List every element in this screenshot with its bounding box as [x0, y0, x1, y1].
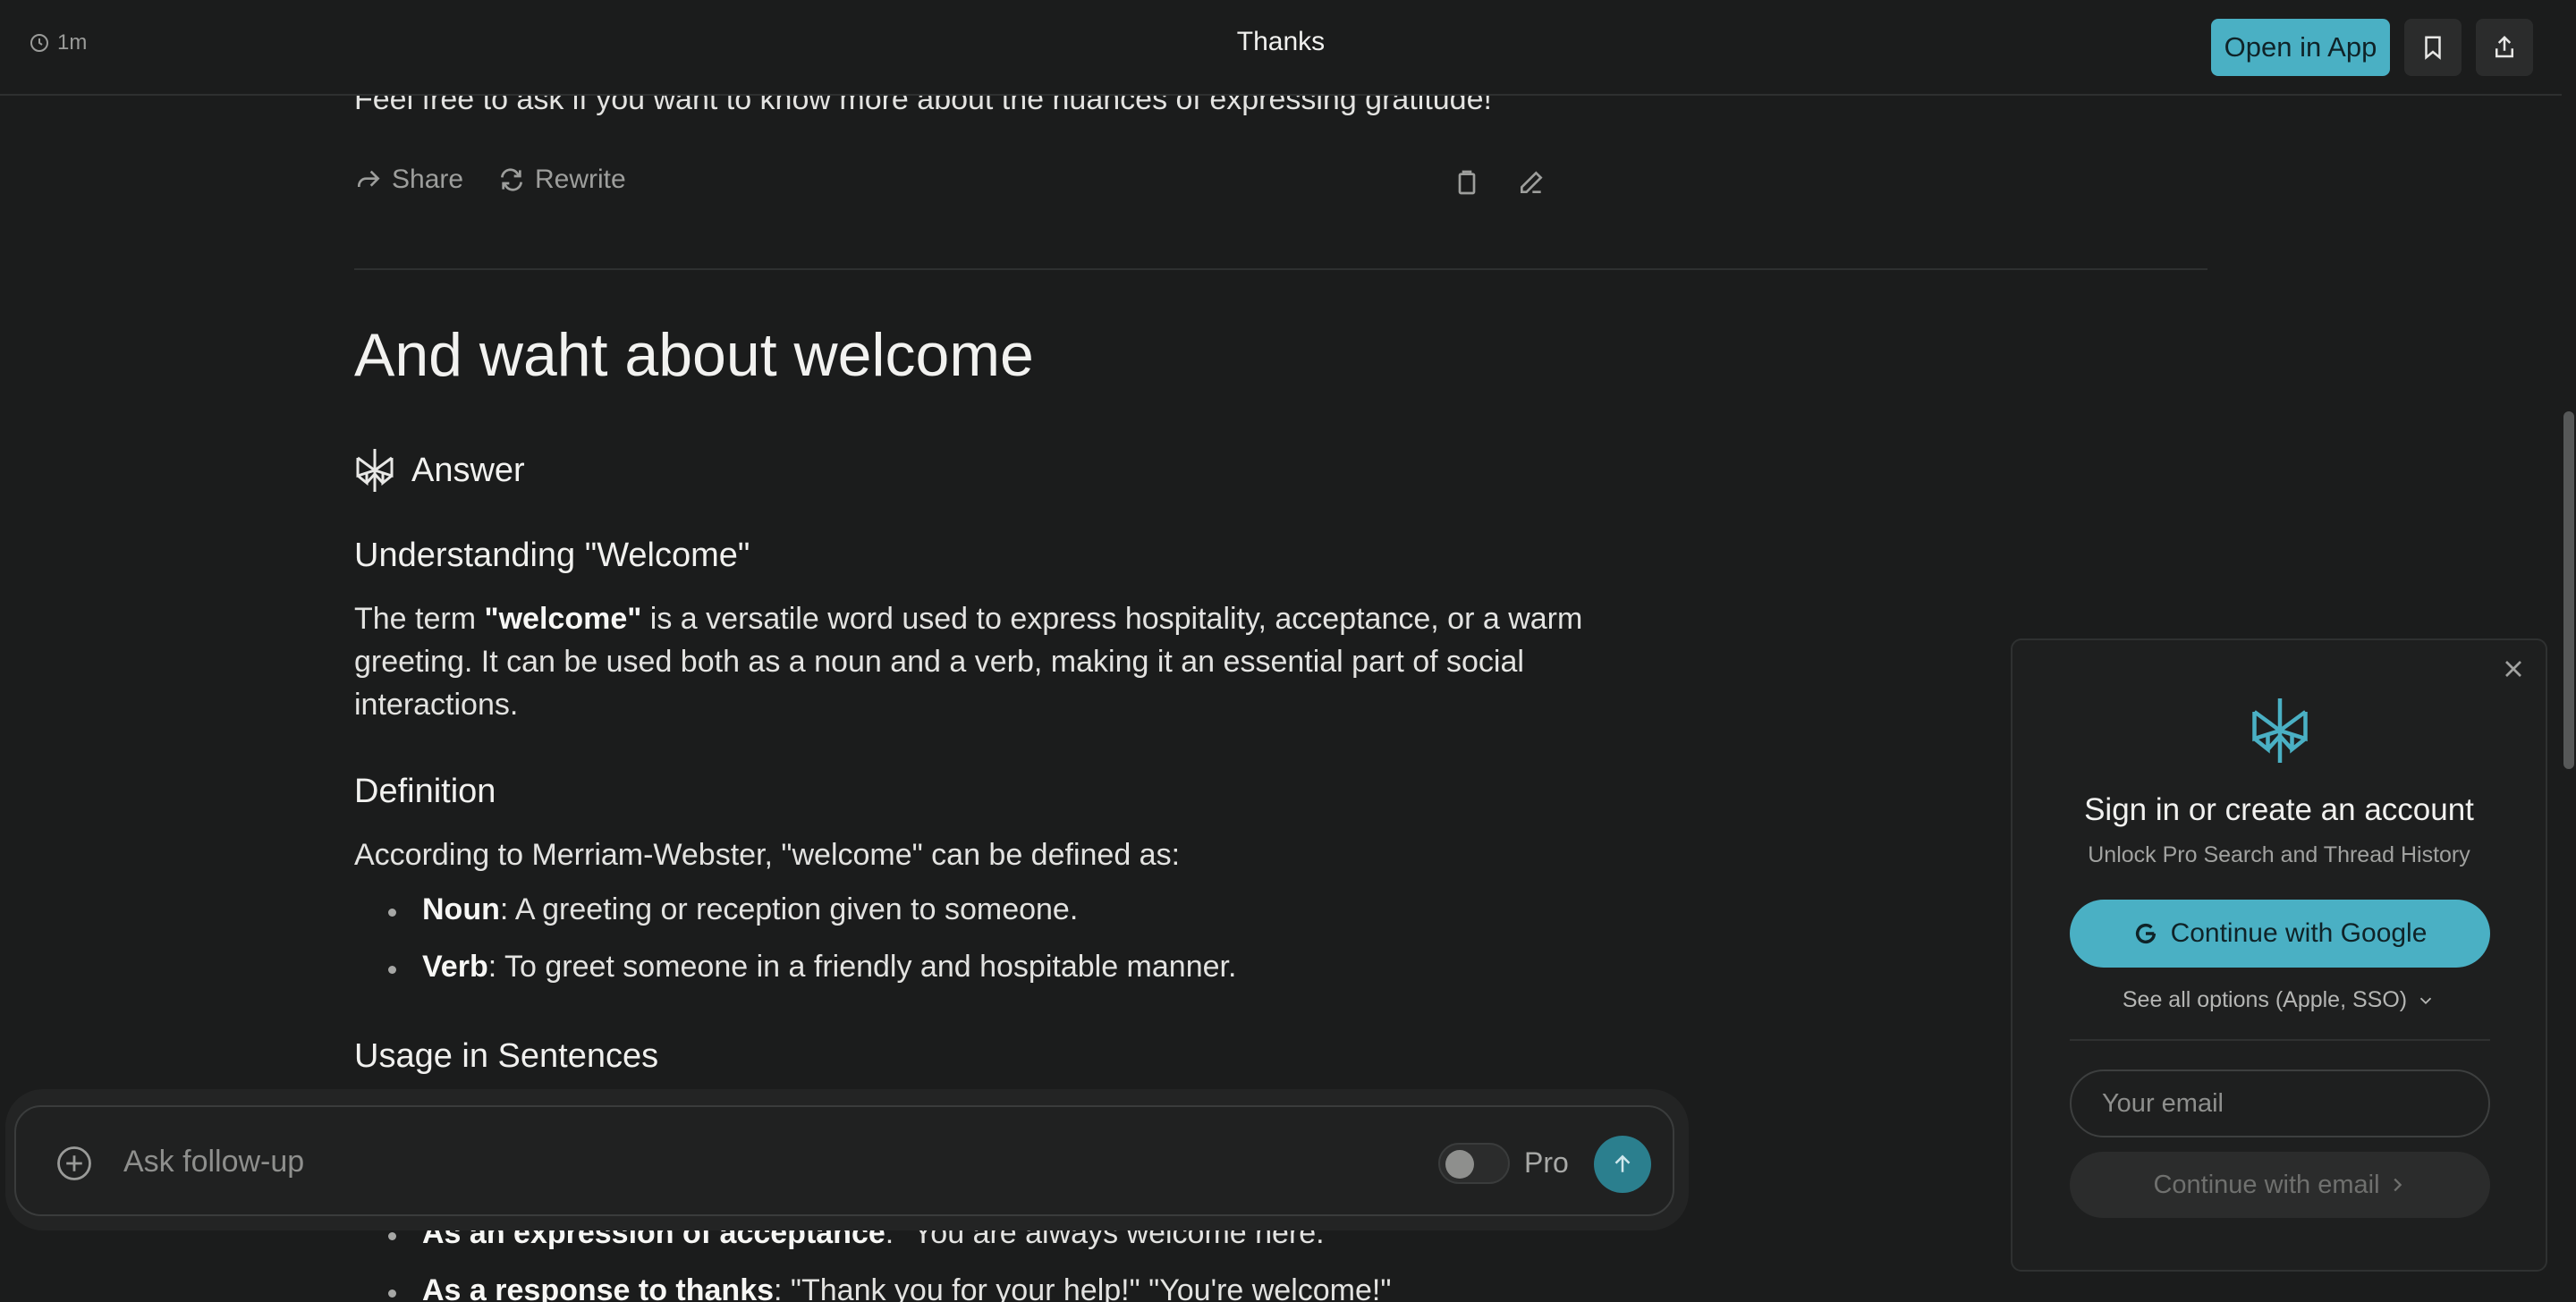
- list-item-thanks-response: As a response to thanks: "Thank you for …: [387, 1273, 1392, 1302]
- pro-toggle[interactable]: [1438, 1143, 1510, 1184]
- followup-input[interactable]: [123, 1134, 1376, 1189]
- heading-definition: Definition: [354, 773, 496, 810]
- card-divider: [2070, 1039, 2490, 1041]
- heading-understanding: Understanding "Welcome": [354, 537, 750, 574]
- pro-label: Pro: [1524, 1146, 1569, 1179]
- share-arrow-icon: [358, 170, 380, 187]
- copy-icon[interactable]: [1453, 168, 1481, 197]
- google-icon: [2135, 923, 2156, 944]
- chevron-down-icon: [2419, 997, 2432, 1004]
- perplexity-logo-icon: [2252, 698, 2308, 763]
- paragraph-term: The term "welcome" is a versatile word u…: [354, 597, 1589, 726]
- rewrite-action[interactable]: Rewrite: [497, 165, 626, 195]
- signin-subtitle: Unlock Pro Search and Thread History: [2088, 842, 2470, 867]
- email-button-label: Continue with email: [2153, 1170, 2380, 1199]
- edit-icon[interactable]: [1517, 168, 1546, 197]
- attach-plus-icon[interactable]: [55, 1145, 93, 1182]
- bookmark-icon: [2425, 36, 2441, 60]
- definition-intro: According to Merriam-Webster, "welcome" …: [354, 838, 1181, 872]
- continue-with-email-button[interactable]: Continue with email: [2070, 1152, 2490, 1218]
- arrow-up-icon: [1614, 1154, 1631, 1172]
- chevron-right-icon: [2393, 1178, 2402, 1192]
- answer-header: Answer: [354, 447, 525, 494]
- open-in-app-button[interactable]: Open in App: [2211, 19, 2390, 76]
- list-text: : To greet someone in a friendly and hos…: [487, 950, 1237, 984]
- send-button[interactable]: [1594, 1136, 1651, 1193]
- list-item-noun: Noun: A greeting or reception given to s…: [387, 892, 1079, 927]
- signin-card: Sign in or create an account Unlock Pro …: [2011, 638, 2547, 1272]
- scrollbar-thumb[interactable]: [2563, 411, 2574, 769]
- share-label: Share: [392, 165, 464, 194]
- continue-with-google-button[interactable]: Continue with Google: [2070, 900, 2490, 968]
- rewrite-icon: [501, 168, 522, 191]
- list-term: Noun: [422, 892, 500, 926]
- followup-bar: Pro: [14, 1105, 1674, 1216]
- list-text: : A greeting or reception given to someo…: [499, 892, 1079, 926]
- share-icon: [2496, 35, 2513, 58]
- see-all-label: See all options (Apple, SSO): [2122, 987, 2408, 1012]
- answer-actions: Share Rewrite: [354, 165, 1553, 200]
- email-field[interactable]: [2070, 1070, 2490, 1137]
- question-title: And waht about welcome: [354, 321, 1034, 389]
- page-title: Thanks: [1236, 27, 1326, 56]
- toggle-knob: [1445, 1150, 1474, 1179]
- share-thread-button[interactable]: [2476, 19, 2533, 76]
- thread-divider: [354, 268, 2207, 270]
- paragraph-bold-term: "welcome": [484, 602, 642, 636]
- rewrite-label: Rewrite: [535, 165, 626, 194]
- list-term: Verb: [422, 950, 488, 984]
- heading-usage: Usage in Sentences: [354, 1037, 659, 1075]
- google-button-label: Continue with Google: [2170, 918, 2428, 948]
- bookmark-button[interactable]: [2404, 19, 2462, 76]
- see-all-options-link[interactable]: See all options (Apple, SSO): [2012, 987, 2546, 1013]
- answer-label: Answer: [411, 451, 525, 489]
- list-term: As a response to thanks: [422, 1273, 775, 1302]
- close-icon[interactable]: [2499, 655, 2528, 683]
- list-item-verb: Verb: To greet someone in a friendly and…: [387, 950, 1237, 985]
- signin-title: Sign in or create an account: [2084, 792, 2474, 827]
- paragraph-text: The term: [354, 602, 485, 636]
- top-bar: 1m Thanks Open in App: [0, 0, 2562, 96]
- share-action[interactable]: Share: [354, 165, 463, 195]
- perplexity-logo-icon: [356, 449, 394, 492]
- list-text: : "Thank you for your help!" "You're wel…: [774, 1273, 1392, 1302]
